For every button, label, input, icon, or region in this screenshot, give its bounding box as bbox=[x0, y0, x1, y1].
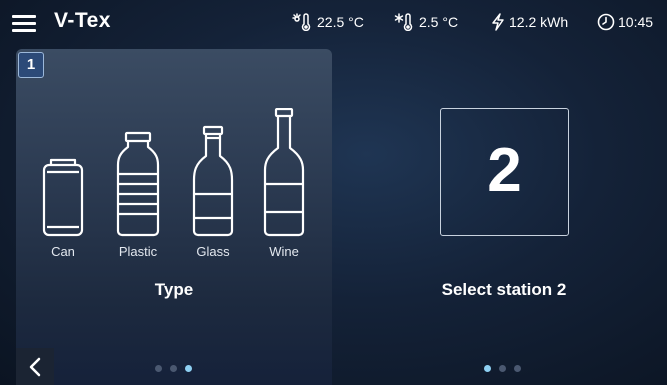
hamburger-icon-line bbox=[12, 15, 36, 18]
select-station-label: Select station 2 bbox=[441, 280, 567, 299]
type-label-plastic: Plastic bbox=[118, 244, 158, 259]
page-dot[interactable] bbox=[514, 365, 521, 372]
snowflake-thermometer-icon bbox=[394, 13, 413, 31]
page-dot-active[interactable] bbox=[484, 365, 491, 372]
type-option-glass[interactable]: Glass bbox=[183, 108, 243, 260]
type-option-wine[interactable]: Wine bbox=[254, 108, 314, 260]
type-panel-title: Type bbox=[154, 280, 194, 299]
right-page-indicator bbox=[484, 365, 521, 372]
ambient-temperature: 22.5 °C bbox=[292, 13, 364, 31]
lightning-icon bbox=[492, 13, 504, 31]
type-option-plastic[interactable]: Plastic bbox=[108, 108, 168, 260]
can-icon bbox=[42, 158, 84, 237]
clock: 10:45 bbox=[597, 13, 653, 31]
page-dot[interactable] bbox=[170, 365, 177, 372]
top-bar: V-Tex 22.5 °C 2.5 °C 12.2 kWh 10:45 bbox=[0, 0, 667, 44]
fridge-temperature-value: 2.5 °C bbox=[419, 14, 459, 30]
ambient-temperature-value: 22.5 °C bbox=[317, 14, 364, 30]
chevron-left-icon bbox=[29, 357, 41, 376]
wine-bottle-icon bbox=[263, 108, 305, 237]
hamburger-icon-line bbox=[12, 29, 36, 32]
station-2-button[interactable]: 2 bbox=[440, 108, 569, 236]
app-title: V-Tex bbox=[54, 9, 111, 32]
back-button[interactable] bbox=[16, 348, 54, 385]
glass-bottle-icon bbox=[192, 125, 234, 237]
type-option-can[interactable]: Can bbox=[33, 108, 93, 260]
page-dot[interactable] bbox=[499, 365, 506, 372]
sun-thermometer-icon bbox=[292, 13, 311, 31]
station-badge: 1 bbox=[18, 52, 44, 78]
fridge-temperature: 2.5 °C bbox=[394, 13, 458, 31]
page-dot[interactable] bbox=[155, 365, 162, 372]
page-dot-active[interactable] bbox=[185, 365, 192, 372]
clock-icon bbox=[597, 13, 615, 31]
energy-usage: 12.2 kWh bbox=[490, 13, 568, 31]
left-page-indicator bbox=[155, 365, 192, 372]
type-label-glass: Glass bbox=[196, 244, 230, 259]
type-label-wine: Wine bbox=[269, 244, 299, 259]
hamburger-icon-line bbox=[12, 22, 36, 25]
clock-time: 10:45 bbox=[618, 14, 654, 30]
menu-button[interactable] bbox=[12, 13, 38, 33]
energy-usage-value: 12.2 kWh bbox=[509, 14, 569, 30]
type-label-can: Can bbox=[51, 244, 75, 259]
plastic-bottle-icon bbox=[116, 131, 160, 237]
